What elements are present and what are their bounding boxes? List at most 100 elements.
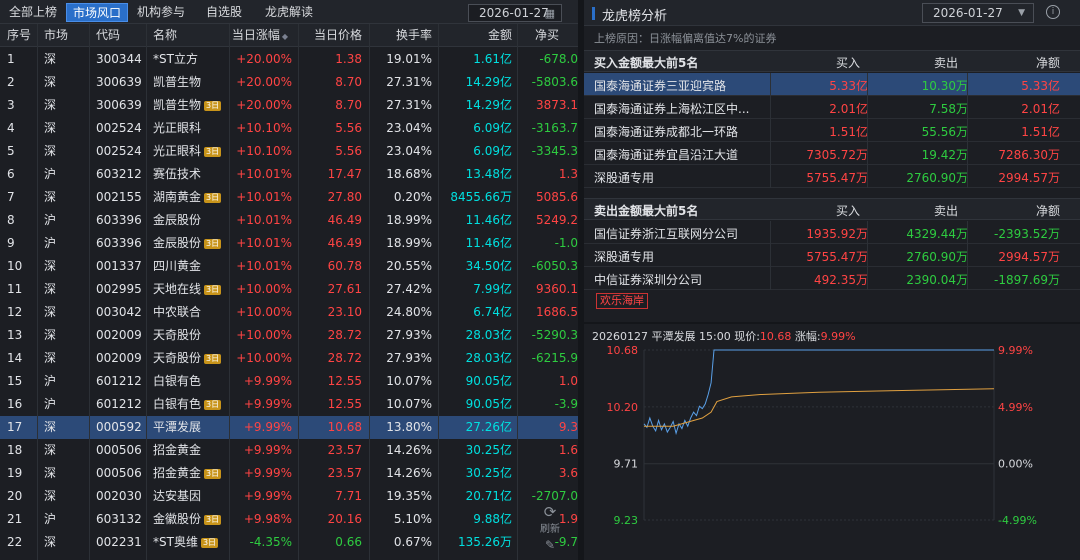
table-row[interactable]: 20 深 002030 达安基因 +9.99% 7.71 19.35% 20.71亿 -2707… (0, 485, 578, 508)
cell-code: 000506 (96, 439, 144, 462)
cell-mkt: 深 (44, 94, 84, 117)
table-row[interactable]: 9 沪 603396 金辰股份 3日 +10.01% 46.49 18.99% 11.46亿 -1… (0, 232, 578, 255)
col-no[interactable]: 序号 (7, 24, 31, 47)
date-dropdown[interactable]: 2026-01-27 ▼ (922, 3, 1034, 23)
cell-mkt: 深 (44, 117, 84, 140)
trader-row[interactable]: 国泰海通证券上海松江区中... 2.01亿 7.58万 2.01亿 (584, 96, 1080, 119)
cell-amt: 1.61亿 (440, 48, 512, 71)
cell-code-text: 601212 (96, 374, 142, 388)
trader-row[interactable]: 国泰海通证券三亚迎宾路 5.33亿 10.30万 5.33亿 (584, 73, 1080, 96)
cell-name: 平潭发展 (153, 416, 229, 439)
table-row[interactable]: 16 沪 601212 白银有色 3日 +9.99% 12.55 10.07% 90.05亿 -3… (0, 393, 578, 416)
cell-net: 3873.1 (518, 94, 578, 117)
cell-code: 603212 (96, 163, 144, 186)
cell-code-text: 002030 (96, 489, 142, 503)
table-row[interactable]: 12 深 003042 中农联合 +10.00% 23.10 24.80% 6.74亿 1686… (0, 301, 578, 324)
table-row[interactable]: 1 深 300344 *ST立方 +20.00% 1.38 19.01% 1.61亿 -678.… (0, 48, 578, 71)
col-code[interactable]: 代码 (96, 24, 120, 47)
cell-price: 0.66 (300, 531, 362, 554)
concept-tag[interactable]: 欢乐海岸 (596, 293, 648, 309)
cell-mkt: 深 (44, 416, 84, 439)
cell-code-text: 002231 (96, 535, 142, 549)
table-row[interactable]: 2 深 300639 凯普生物 +20.00% 8.70 27.31% 14.29亿 -5803… (0, 71, 578, 94)
cell-mkt: 沪 (44, 508, 84, 531)
cell-price-text: 7.71 (335, 489, 362, 503)
cell-amt-text: 11.46亿 (465, 213, 512, 227)
cell-turn: 19.01% (370, 48, 432, 71)
col-name[interactable]: 名称 (153, 24, 177, 47)
trader-sell: 7.58万 (929, 102, 968, 116)
buy-col-net: 净额 (1035, 56, 1060, 70)
cell-turn: 19.35% (370, 485, 432, 508)
sort-icon[interactable]: ◆ (282, 32, 288, 41)
table-row[interactable]: 22 深 002231 *ST奥维 3日 -4.35% 0.66 0.67% 135.26万 -9… (0, 531, 578, 554)
trader-row[interactable]: 中信证券深圳分公司 492.35万 2390.04万 -1897.69万 (584, 267, 1080, 290)
col-divider (37, 24, 38, 560)
tab-market-trend[interactable]: 市场风口 (66, 3, 128, 22)
trader-net: 7286.30万 (998, 148, 1060, 162)
trader-row[interactable]: 国泰海通证券宜昌沿江大道 7305.72万 19.42万 7286.30万 (584, 142, 1080, 165)
table-row[interactable]: 19 深 000506 招金黄金 3日 +9.99% 23.57 14.26% 30.25亿 3.… (0, 462, 578, 485)
calendar-icon[interactable]: ▦ (545, 6, 555, 22)
table-row[interactable]: 3 深 300639 凯普生物 3日 +20.00% 8.70 27.31% 14.29亿 387… (0, 94, 578, 117)
col-net-buy[interactable]: 净买 (535, 24, 559, 47)
col-turnover[interactable]: 换手率 (380, 24, 432, 47)
col-change[interactable]: 当日涨幅 ◆ (230, 24, 288, 47)
cell-amt-text: 11.46亿 (465, 236, 512, 250)
table-row[interactable]: 5 深 002524 光正眼科 3日 +10.10% 5.56 23.04% 6.09亿 -334… (0, 140, 578, 163)
trader-buy: 7305.72万 (806, 148, 868, 162)
tab-institution[interactable]: 机构参与 (130, 3, 192, 22)
cell-amt: 28.03亿 (440, 324, 512, 347)
cell-price: 8.70 (300, 71, 362, 94)
cell-code: 002009 (96, 324, 144, 347)
cell-code-text: 300344 (96, 52, 142, 66)
table-row[interactable]: 15 沪 601212 白银有色 +9.99% 12.55 10.07% 90.05亿 1.0 (0, 370, 578, 393)
refresh-button[interactable]: ⟳ 刷新 ✎ (532, 504, 568, 560)
cell-price: 23.10 (300, 301, 362, 324)
cell-no-text: 5 (7, 144, 15, 158)
table-row[interactable]: 10 深 001337 四川黄金 +10.01% 60.78 20.55% 34.50亿 -60… (0, 255, 578, 278)
tab-watchlist[interactable]: 自选股 (196, 3, 252, 22)
col-amount[interactable]: 金额 (460, 24, 512, 47)
table-row[interactable]: 14 深 002009 天奇股份 3日 +10.00% 28.72 27.93% 28.03亿 -… (0, 347, 578, 370)
three-day-badge: 3日 (204, 354, 222, 364)
cell-mkt-text: 深 (44, 98, 57, 112)
col-price[interactable]: 当日价格 (300, 24, 362, 47)
cell-name-text: 白银有色 (153, 374, 202, 388)
info-icon[interactable]: i (1046, 5, 1060, 19)
table-row[interactable]: 17 深 000592 平潭发展 +9.99% 10.68 13.80% 27.26亿 9.3 (0, 416, 578, 439)
refresh-icon: ⟳ (543, 503, 557, 521)
tab-all-listed[interactable]: 全部上榜 (2, 3, 64, 22)
table-row[interactable]: 4 深 002524 光正眼科 +10.10% 5.56 23.04% 6.09亿 -3163.… (0, 117, 578, 140)
table-row[interactable]: 13 深 002009 天奇股份 +10.00% 28.72 27.93% 28.03亿 -52… (0, 324, 578, 347)
table-row[interactable]: 11 深 002995 天地在线 3日 +10.00% 27.61 27.42% 7.99亿 93… (0, 278, 578, 301)
cell-name-text: 光正眼科 (153, 144, 202, 158)
table-row[interactable]: 7 深 002155 湖南黄金 3日 +10.01% 27.80 0.20% 8455.66万 5… (0, 186, 578, 209)
cell-mkt-text: 深 (44, 535, 57, 549)
trader-row[interactable]: 深股通专用 5755.47万 2760.90万 2994.57万 (584, 165, 1080, 188)
table-row[interactable]: 8 沪 603396 金辰股份 +10.01% 46.49 18.99% 11.46亿 5249… (0, 209, 578, 232)
cell-turn-text: 27.93% (386, 328, 432, 342)
cell-name-text: 凯普生物 (153, 75, 202, 89)
tab-interpretation[interactable]: 龙虎解读 (256, 3, 322, 22)
table-row[interactable]: 6 沪 603212 赛伍技术 +10.01% 17.47 18.68% 13.48亿 1.3 (0, 163, 578, 186)
table-row[interactable]: 21 沪 603132 金徽股份 3日 +9.98% 20.16 5.10% 9.88亿 1.9 (0, 508, 578, 531)
trader-row[interactable]: 国信证券浙江互联网分公司 1935.92万 4329.44万 -2393.52万 (584, 221, 1080, 244)
cell-name-text: *ST奥维 (153, 535, 198, 549)
col-market[interactable]: 市场 (44, 24, 68, 47)
chart-date: 20260127 (592, 330, 648, 343)
cell-chg-text: +20.00% (236, 75, 292, 89)
cell-name-text: 平潭发展 (153, 420, 202, 434)
date-picker-left[interactable]: 2026-01-27 ▦ (468, 4, 562, 22)
edit-icon[interactable]: ✎ (532, 538, 568, 552)
cell-amt-text: 14.29亿 (465, 98, 512, 112)
table-row[interactable]: 18 深 000506 招金黄金 +9.99% 23.57 14.26% 30.25亿 1.6 (0, 439, 578, 462)
cell-turn: 14.26% (370, 439, 432, 462)
trader-row[interactable]: 国泰海通证券成都北一环路 1.51亿 55.56万 1.51亿 (584, 119, 1080, 142)
cell-mkt: 深 (44, 255, 84, 278)
cell-chg: +9.99% (230, 416, 292, 439)
three-day-badge: 3日 (204, 515, 222, 525)
cell-mkt-text: 沪 (44, 512, 57, 526)
cell-price: 23.57 (300, 439, 362, 462)
trader-row[interactable]: 深股通专用 5755.47万 2760.90万 2994.57万 (584, 244, 1080, 267)
